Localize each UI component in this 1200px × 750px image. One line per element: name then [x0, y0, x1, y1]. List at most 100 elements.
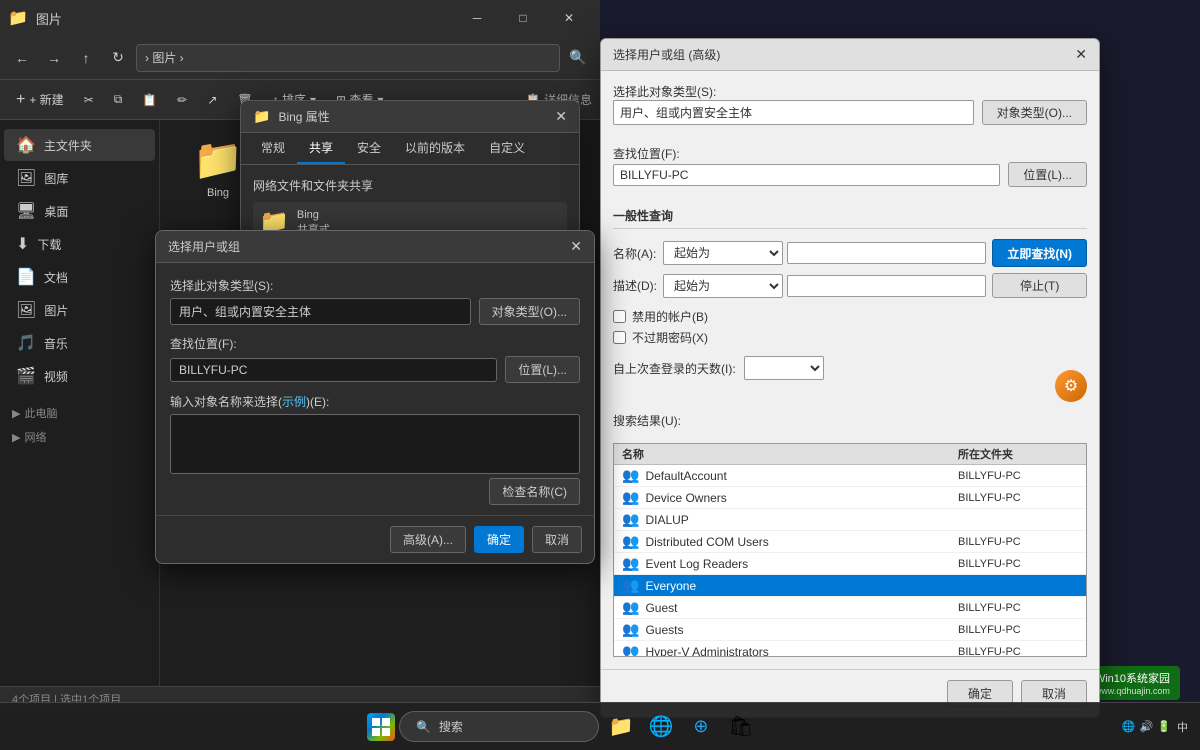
adv-desc-filter[interactable]: 起始为: [663, 274, 783, 298]
search-button[interactable]: 🔍: [564, 44, 592, 72]
result-row-dialup[interactable]: 👥 DIALUP: [614, 509, 1086, 531]
dialog-advanced-title-bar: 选择用户或组 (高级) ✕: [601, 39, 1099, 71]
result-loc-event-log: BILLYFU-PC: [958, 558, 1078, 570]
adv-object-type-label: 选择此对象类型(S):: [613, 83, 1087, 100]
tab-general[interactable]: 常规: [249, 133, 297, 164]
explorer-icon: 📁: [8, 8, 28, 28]
refresh-button[interactable]: ↻: [104, 44, 132, 72]
sidebar-item-home[interactable]: 🏠 主文件夹: [4, 129, 155, 161]
tab-previous[interactable]: 以前的版本: [393, 133, 477, 164]
adv-disabled-account-checkbox[interactable]: 禁用的帐户(B): [613, 308, 1087, 325]
time-text: 中: [1177, 719, 1188, 735]
new-button[interactable]: + + 新建: [8, 87, 72, 113]
location-btn[interactable]: 位置(L)...: [505, 356, 580, 383]
back-button[interactable]: ←: [8, 44, 36, 72]
search-icon: 🔍: [416, 720, 431, 734]
maximize-button[interactable]: □: [500, 0, 546, 36]
result-row-event-log[interactable]: 👥 Event Log Readers BILLYFU-PC: [614, 553, 1086, 575]
ok-btn[interactable]: 确定: [474, 526, 524, 553]
system-tray: 🌐 🔊 🔋: [1122, 720, 1171, 733]
result-name-distributed-com: Distributed COM Users: [645, 535, 952, 549]
result-loc-defaultaccount: BILLYFU-PC: [958, 470, 1078, 482]
start-button[interactable]: [367, 713, 395, 741]
sidebar-item-downloads[interactable]: ⬇ 下载: [4, 228, 155, 260]
taskbar-store-icon[interactable]: 🛍: [723, 709, 759, 745]
example-link[interactable]: 示例: [282, 395, 306, 409]
search-bar[interactable]: 🔍 搜索: [399, 711, 599, 742]
file-name: Bing: [207, 187, 229, 199]
sidebar-item-desktop[interactable]: 🖥 桌面: [4, 195, 155, 227]
rename-button[interactable]: ✏: [169, 89, 195, 111]
user-group-icon-8: 👥: [622, 621, 639, 638]
share-button[interactable]: ↗: [199, 89, 225, 111]
location-row: BILLYFU-PC 位置(L)...: [170, 356, 580, 383]
dialog-bing-title-bar: 📁 Bing 属性 ✕: [241, 101, 579, 133]
adv-location-btn[interactable]: 位置(L)...: [1008, 162, 1087, 187]
cancel-btn[interactable]: 取消: [532, 526, 582, 553]
disabled-account-check[interactable]: [613, 310, 626, 323]
close-button[interactable]: ✕: [546, 0, 592, 36]
adv-object-type-btn[interactable]: 对象类型(O)...: [982, 100, 1087, 125]
result-name-dialup: DIALUP: [645, 513, 952, 527]
result-row-everyone[interactable]: 👥 Everyone: [614, 575, 1086, 597]
object-name-input[interactable]: [170, 414, 580, 474]
check-names-btn[interactable]: 检查名称(C): [489, 478, 580, 505]
location-group: 查找位置(F): BILLYFU-PC 位置(L)...: [170, 335, 580, 383]
up-button[interactable]: ↑: [72, 44, 100, 72]
object-type-label: 选择此对象类型(S):: [170, 277, 580, 294]
result-row-defaultaccount[interactable]: 👥 DefaultAccount BILLYFU-PC: [614, 465, 1086, 487]
result-loc-hyperv: BILLYFU-PC: [958, 646, 1078, 658]
dialog-advanced-close[interactable]: ✕: [1075, 46, 1087, 63]
sidebar-desktop-label: 桌面: [44, 203, 68, 220]
sidebar-section-pc[interactable]: ▶ 此电脑: [0, 401, 159, 425]
user-group-icon-6: 👥: [622, 577, 639, 594]
desktop-icon: 🖥: [16, 201, 36, 221]
result-row-guest[interactable]: 👥 Guest BILLYFU-PC: [614, 597, 1086, 619]
result-row-distributed-com[interactable]: 👥 Distributed COM Users BILLYFU-PC: [614, 531, 1086, 553]
folder-title-icon: 📁: [253, 108, 270, 125]
location-label: 查找位置(F):: [170, 335, 580, 352]
address-bar[interactable]: › 图片 ›: [136, 44, 560, 72]
paste-button[interactable]: 📋: [134, 89, 165, 111]
taskbar-browser-icon[interactable]: 🌐: [643, 709, 679, 745]
user-group-icon: 👥: [622, 467, 639, 484]
adv-noexpiry-checkbox[interactable]: 不过期密码(X): [613, 329, 1087, 346]
sidebar-item-music[interactable]: 🎵 音乐: [4, 327, 155, 359]
taskbar-explorer-icon[interactable]: 📁: [603, 709, 639, 745]
forward-button[interactable]: →: [40, 44, 68, 72]
sidebar-section-network[interactable]: ▶ 网络: [0, 425, 159, 449]
result-row-device-owners[interactable]: 👥 Device Owners BILLYFU-PC: [614, 487, 1086, 509]
sidebar-home-label: 主文件夹: [44, 137, 92, 154]
results-col-location: 所在文件夹: [958, 446, 1078, 462]
minimize-button[interactable]: ─: [454, 0, 500, 36]
adv-search-btn[interactable]: 立即查找(N): [992, 239, 1087, 267]
adv-name-input[interactable]: [787, 242, 986, 264]
advanced-btn[interactable]: 高级(A)...: [390, 526, 466, 553]
dialog-select-user-close[interactable]: ✕: [570, 238, 582, 255]
tab-custom[interactable]: 自定义: [477, 133, 537, 164]
sidebar-item-gallery[interactable]: 🖼 图库: [4, 162, 155, 194]
copy-button[interactable]: ⧉: [106, 88, 131, 111]
tab-security[interactable]: 安全: [345, 133, 393, 164]
sidebar-item-videos[interactable]: 🎬 视频: [4, 360, 155, 392]
sidebar-item-documents[interactable]: 📄 文档: [4, 261, 155, 293]
object-type-row: 用户、组或内置安全主体 对象类型(O)...: [170, 298, 580, 325]
sidebar-item-pictures[interactable]: 🖼 图片: [4, 294, 155, 326]
window-controls: ─ □ ✕: [454, 0, 592, 36]
object-type-btn[interactable]: 对象类型(O)...: [479, 298, 580, 325]
result-row-guests[interactable]: 👥 Guests BILLYFU-PC: [614, 619, 1086, 641]
explorer-title-bar: 📁 图片 ─ □ ✕: [0, 0, 600, 36]
adv-name-filter[interactable]: 起始为: [663, 241, 783, 265]
result-row-hyperv[interactable]: 👥 Hyper-V Administrators BILLYFU-PC: [614, 641, 1086, 657]
tab-share[interactable]: 共享: [297, 133, 345, 164]
dialog-advanced-body: 选择此对象类型(S): 用户、组或内置安全主体 对象类型(O)... 查找位置(…: [601, 71, 1099, 669]
noexpiry-check[interactable]: [613, 331, 626, 344]
cut-button[interactable]: ✂: [76, 89, 102, 111]
adv-desc-input[interactable]: [787, 275, 986, 297]
taskbar-edge-icon[interactable]: ⊕: [683, 709, 719, 745]
result-name-guest: Guest: [645, 601, 952, 615]
adv-results-list: 名称 所在文件夹 👥 DefaultAccount BILLYFU-PC 👥 D…: [613, 443, 1087, 657]
dialog-bing-close[interactable]: ✕: [555, 108, 567, 125]
adv-stop-btn[interactable]: 停止(T): [992, 273, 1087, 298]
pictures-icon: 🖼: [16, 300, 36, 320]
